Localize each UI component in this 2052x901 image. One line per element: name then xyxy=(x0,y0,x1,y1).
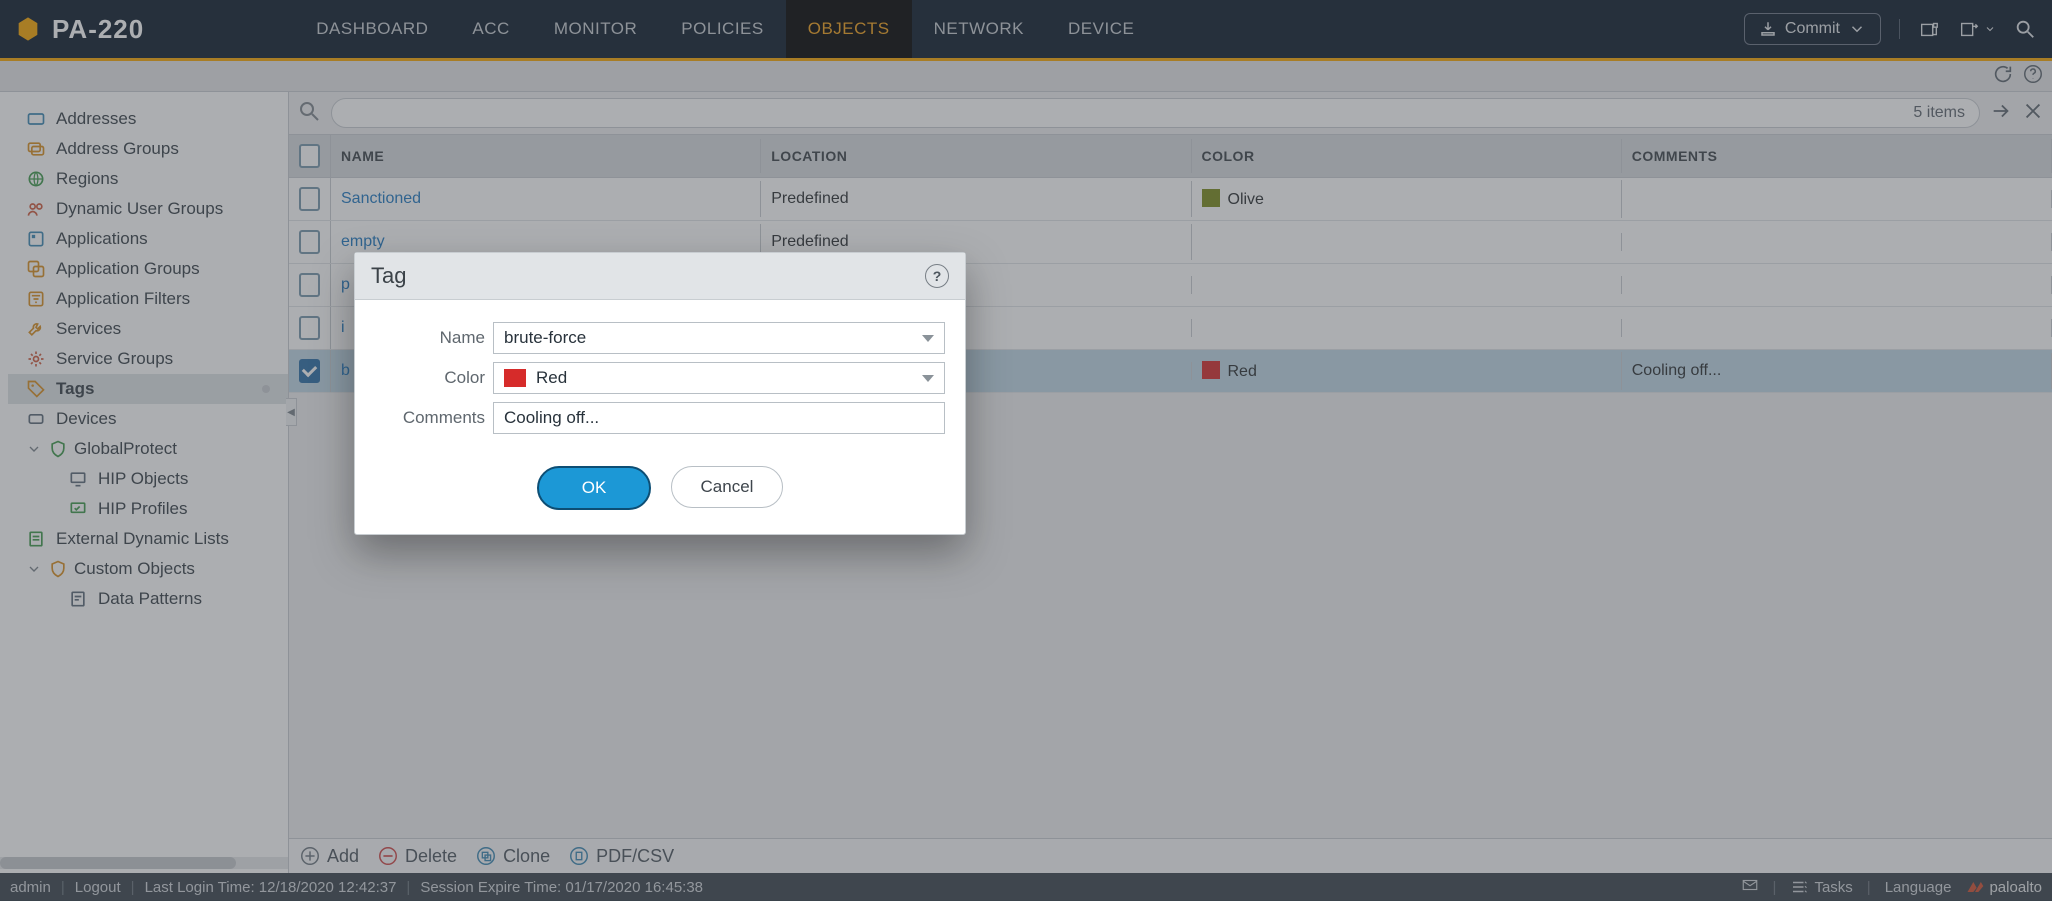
name-value: brute-force xyxy=(504,328,586,348)
modal-overlay: Tag ? Name brute-force Color Red Comment… xyxy=(0,0,2052,900)
comments-label: Comments xyxy=(375,408,485,428)
name-label: Name xyxy=(375,328,485,348)
cancel-button[interactable]: Cancel xyxy=(671,466,783,508)
dialog-help-icon[interactable]: ? xyxy=(925,264,949,288)
color-label: Color xyxy=(375,368,485,388)
ok-button[interactable]: OK xyxy=(537,466,651,510)
color-value: Red xyxy=(536,368,567,388)
name-input[interactable]: brute-force xyxy=(493,322,945,354)
comments-value: Cooling off... xyxy=(504,408,599,428)
color-select[interactable]: Red xyxy=(493,362,945,394)
color-swatch-icon xyxy=(504,369,526,387)
dialog-title: Tag xyxy=(371,263,406,289)
dialog-header: Tag ? xyxy=(355,253,965,300)
comments-input[interactable]: Cooling off... xyxy=(493,402,945,434)
tag-dialog: Tag ? Name brute-force Color Red Comment… xyxy=(354,252,966,535)
